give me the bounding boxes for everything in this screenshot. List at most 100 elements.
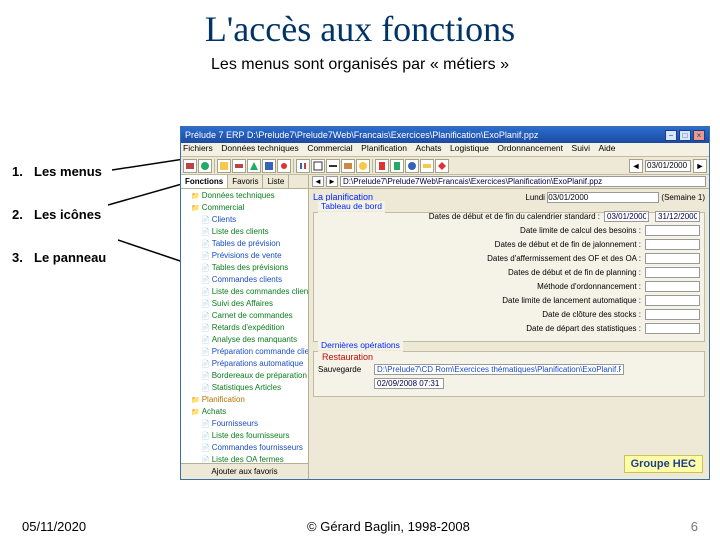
toolbar-date-input[interactable] (645, 160, 691, 172)
back-icon[interactable]: ◄ (312, 176, 324, 187)
tool-icon[interactable] (326, 159, 340, 173)
tab-liste[interactable]: Liste (263, 175, 289, 188)
dashboard-input[interactable] (645, 253, 700, 264)
tree-item[interactable]: Bordereaux de préparation (181, 370, 308, 382)
tool-icon[interactable] (277, 159, 291, 173)
tool-icon[interactable] (311, 159, 325, 173)
tab-fonctions[interactable]: Fonctions (181, 175, 228, 188)
tree-item[interactable]: Statistiques Articles (181, 382, 308, 394)
tool-icon[interactable] (420, 159, 434, 173)
legend-label: Les icônes (34, 207, 101, 222)
tool-icon[interactable] (217, 159, 231, 173)
slide-footer: 05/11/2020 © Gérard Baglin, 1998-2008 6 (0, 519, 720, 534)
dashboard-input[interactable] (645, 239, 700, 250)
tool-icon[interactable] (356, 159, 370, 173)
tool-icon[interactable] (183, 159, 197, 173)
slide-legend: 1.Les menus 2.Les icônes 3.Le panneau (12, 164, 106, 293)
tree-item[interactable]: Liste des clients (181, 226, 308, 238)
tree-item[interactable]: Préparations automatique (181, 358, 308, 370)
menu-item[interactable]: Achats (416, 143, 442, 153)
footer-date: 05/11/2020 (22, 519, 86, 534)
dashboard-input[interactable] (645, 281, 700, 292)
tree-item[interactable]: Tables des prévisions (181, 262, 308, 274)
tree-folder[interactable]: Achats (181, 406, 308, 418)
menu-item[interactable]: Données techniques (221, 143, 299, 153)
dashboard-input[interactable] (645, 267, 700, 278)
tree-item[interactable]: Analyse des manquants (181, 334, 308, 346)
save-label: Sauvegarde (318, 365, 370, 374)
legend-num: 1. (12, 164, 34, 179)
hec-logo: Groupe HEC (624, 455, 703, 473)
cal-start-input[interactable] (604, 211, 649, 222)
dashboard-legend: Tableau de bord (318, 201, 385, 211)
close-button[interactable]: × (693, 130, 705, 141)
tool-icon[interactable] (262, 159, 276, 173)
tool-icon[interactable] (435, 159, 449, 173)
tool-icon[interactable] (198, 159, 212, 173)
field-label: Date limite de lancement automatique : (502, 296, 641, 305)
tool-icon[interactable] (296, 159, 310, 173)
menu-item[interactable]: Suivi (572, 143, 590, 153)
dashboard-input[interactable] (645, 323, 700, 334)
tool-icon[interactable] (247, 159, 261, 173)
cal-end-input[interactable] (655, 211, 700, 222)
save-path-input[interactable] (374, 364, 624, 375)
tree-item[interactable]: Clients (181, 214, 308, 226)
tool-icon[interactable] (405, 159, 419, 173)
tree-item[interactable]: Retards d'expédition (181, 322, 308, 334)
menu-item[interactable]: Logistique (450, 143, 489, 153)
tree-item[interactable]: Liste des OA fermes (181, 454, 308, 463)
menu-item[interactable]: Aide (598, 143, 615, 153)
tool-icon[interactable] (341, 159, 355, 173)
tree-folder[interactable]: Commercial (181, 202, 308, 214)
footer-page: 6 (691, 519, 698, 534)
tree-item[interactable]: Fournisseurs (181, 418, 308, 430)
tree-item[interactable]: Commandes fournisseurs (181, 442, 308, 454)
prev-date-icon[interactable]: ◄ (629, 159, 643, 173)
tree-item[interactable]: Carnet de commandes (181, 310, 308, 322)
tree-item[interactable]: Préparation commande client (181, 346, 308, 358)
dashboard-input[interactable] (645, 225, 700, 236)
tree-item[interactable]: Prévisions de vente (181, 250, 308, 262)
legend-label: Les menus (34, 164, 102, 179)
tree-item[interactable]: Commandes clients (181, 274, 308, 286)
next-date-icon[interactable]: ► (693, 159, 707, 173)
dashboard-input[interactable] (645, 295, 700, 306)
separator (214, 159, 215, 173)
field-label: Dates de début et de fin du calendrier s… (429, 212, 600, 221)
toolbar: ◄ ► (181, 157, 709, 175)
side-panel: Fonctions Favoris Liste Données techniqu… (181, 175, 309, 479)
week-date-input[interactable] (547, 192, 659, 203)
tool-icon[interactable] (375, 159, 389, 173)
minimize-button[interactable]: − (665, 130, 677, 141)
separator (372, 159, 373, 173)
tool-icon[interactable] (390, 159, 404, 173)
function-tree[interactable]: Données techniquesCommercialClientsListe… (181, 189, 308, 463)
legend-label: Le panneau (34, 250, 106, 265)
tree-item[interactable]: Suivi des Affaires (181, 298, 308, 310)
menu-item[interactable]: Fichiers (183, 143, 213, 153)
slide-title: L'accès aux fonctions (0, 0, 720, 50)
save-date-input[interactable] (374, 378, 444, 389)
tool-icon[interactable] (232, 159, 246, 173)
tree-item[interactable]: Liste des fournisseurs (181, 430, 308, 442)
app-window: Prélude 7 ERP D:\Prelude7\Prelude7Web\Fr… (180, 126, 710, 480)
path-input[interactable] (340, 176, 706, 187)
tab-favoris[interactable]: Favoris (228, 175, 263, 188)
dashboard-input[interactable] (645, 309, 700, 320)
tree-folder[interactable]: Données techniques (181, 190, 308, 202)
legend-num: 3. (12, 250, 34, 265)
tree-item[interactable]: Tables de prévision (181, 238, 308, 250)
menu-item[interactable]: Commercial (307, 143, 352, 153)
add-favorite-button[interactable]: Ajouter aux favoris (181, 463, 308, 479)
week-display: Lundi (Semaine 1) (525, 192, 705, 203)
tree-folder[interactable]: Planification (181, 394, 308, 406)
menu-item[interactable]: Planification (361, 143, 407, 153)
maximize-button[interactable]: □ (679, 130, 691, 141)
field-label: Dates de début et de fin de jalonnement … (495, 240, 641, 249)
restoration-label: Restauration (318, 350, 700, 364)
forward-icon[interactable]: ► (326, 176, 338, 187)
menu-item[interactable]: Ordonnancement (497, 143, 563, 153)
tree-item[interactable]: Liste des commandes clients (181, 286, 308, 298)
dashboard-group: Tableau de bord Dates de début et de fin… (313, 207, 705, 342)
